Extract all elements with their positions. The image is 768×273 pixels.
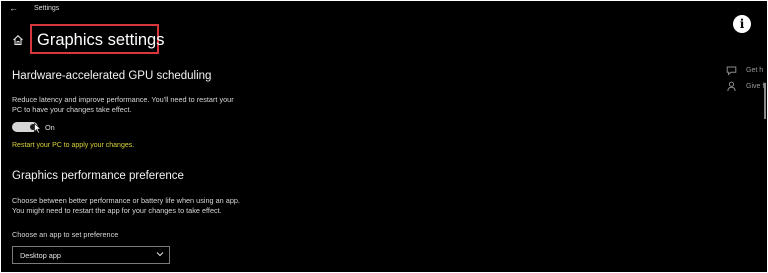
title-bar: ← Settings <box>1 1 767 17</box>
restart-notice: Restart your PC to apply your changes. <box>12 142 135 149</box>
info-glyph: i <box>739 17 745 31</box>
mouse-pointer-icon <box>34 123 42 134</box>
gpu-scheduling-description-line2: PC to have your changes take effect. <box>12 105 132 114</box>
performance-preference-description-line1: Choose between better performance or bat… <box>12 196 240 205</box>
feedback-person-icon <box>727 81 736 92</box>
chat-help-icon <box>726 66 737 76</box>
chevron-down-icon <box>156 252 164 257</box>
home-icon[interactable] <box>12 34 24 46</box>
give-feedback-link[interactable]: Give f <box>726 81 766 93</box>
performance-preference-heading: Graphics performance preference <box>12 170 184 182</box>
gpu-scheduling-description-line1: Reduce latency and improve performance. … <box>12 95 234 104</box>
back-arrow-icon[interactable]: ← <box>9 3 18 13</box>
app-type-selected-value: Desktop app <box>20 251 61 260</box>
give-feedback-label: Give f <box>746 83 765 90</box>
app-picker-label: Choose an app to set preference <box>12 230 119 239</box>
vertical-scrollbar[interactable] <box>764 83 766 119</box>
performance-preference-description-line2: You might need to restart the app for yo… <box>12 206 222 215</box>
toggle-state-label: On <box>45 123 55 132</box>
page-title: Graphics settings <box>37 31 165 49</box>
get-help-label: Get h <box>746 67 764 74</box>
app-title: Settings <box>34 5 60 12</box>
gpu-scheduling-heading: Hardware-accelerated GPU scheduling <box>12 70 212 82</box>
info-icon[interactable]: i <box>733 15 751 33</box>
settings-window: ← Settings Graphics settings Hardware-ac… <box>1 1 767 272</box>
get-help-link[interactable]: Get h <box>726 65 766 77</box>
app-type-dropdown[interactable]: Desktop app <box>12 246 170 264</box>
